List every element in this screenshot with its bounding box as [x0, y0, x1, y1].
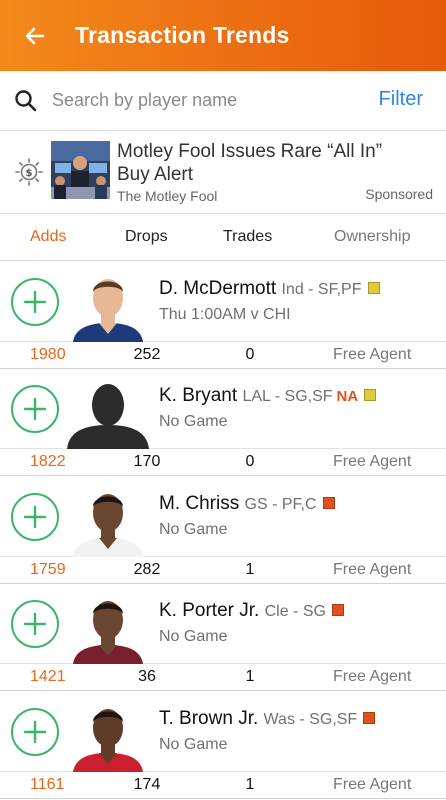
add-player-button[interactable]: [11, 600, 59, 648]
player-team-position: GS - PF,C: [244, 496, 317, 513]
stat-ownership: Free Agent: [333, 776, 412, 793]
back-arrow-icon: [25, 27, 45, 44]
player-headshot: [65, 483, 151, 557]
stat-adds: 1421: [30, 668, 66, 685]
player-info: M. Chriss GS - PF,C No Game: [0, 477, 446, 557]
player-game-info: Thu 1:00AM v CHI: [159, 306, 291, 323]
stat-ownership: Free Agent: [333, 561, 412, 578]
stat-adds: 1161: [30, 776, 65, 793]
player-name[interactable]: K. Bryant: [159, 385, 237, 406]
stat-drops: 282: [133, 561, 161, 578]
back-button[interactable]: [0, 0, 70, 71]
player-name[interactable]: M. Chriss: [159, 493, 239, 514]
player-row[interactable]: M. Chriss GS - PF,C No Game 1759 282 1 F…: [0, 477, 446, 584]
player-name[interactable]: T. Brown Jr.: [159, 708, 258, 729]
sponsored-ad[interactable]: $ Motley Fool Issues Rare “All In” Buy A…: [0, 132, 446, 214]
player-note-icon[interactable]: [363, 712, 376, 724]
stat-trades: 1: [245, 776, 255, 793]
player-stats: 1822 170 0 Free Agent: [0, 449, 446, 476]
page-title: Transaction Trends: [75, 22, 290, 48]
stat-trades: 1: [245, 668, 255, 685]
plus-icon: [23, 612, 47, 636]
dollar-sun-icon: $: [15, 158, 43, 186]
na-badge: NA: [336, 388, 359, 405]
plus-icon: [23, 290, 47, 314]
player-note-icon[interactable]: [331, 604, 344, 616]
stat-ownership: Free Agent: [333, 453, 412, 470]
player-name[interactable]: K. Porter Jr.: [159, 600, 259, 621]
add-player-button[interactable]: [11, 385, 59, 433]
player-stats: 1759 282 1 Free Agent: [0, 557, 446, 584]
player-info: D. McDermott Ind - SF,PF Thu 1:00AM v CH…: [0, 262, 446, 342]
player-row[interactable]: T. Brown Jr. Was - SG,SF No Game 1161 17…: [0, 692, 446, 799]
stat-trades: 1: [245, 561, 255, 578]
stat-drops: 252: [133, 346, 161, 363]
ad-source: The Motley Fool: [117, 188, 218, 204]
player-game-info: No Game: [159, 413, 228, 430]
plus-icon: [23, 505, 47, 529]
stat-adds: 1759: [30, 561, 66, 578]
stat-ownership: Free Agent: [333, 346, 412, 363]
stat-adds: 1822: [30, 453, 66, 470]
player-note-icon[interactable]: [322, 497, 335, 509]
search-icon: [0, 71, 52, 131]
player-team-position: LAL - SG,SF: [242, 388, 333, 405]
tab-bar: Adds Drops Trades Ownership: [0, 214, 446, 261]
add-player-button[interactable]: [11, 708, 59, 756]
player-game-info: No Game: [159, 628, 228, 645]
player-name-line[interactable]: M. Chriss GS - PF,C: [159, 493, 335, 515]
player-info: K. Porter Jr. Cle - SG No Game: [0, 584, 446, 664]
player-name-line[interactable]: D. McDermott Ind - SF,PF: [159, 278, 380, 300]
player-note-icon[interactable]: [367, 282, 380, 294]
stat-adds: 1980: [30, 346, 66, 363]
player-name[interactable]: D. McDermott: [159, 278, 276, 299]
player-stats: 1980 252 0 Free Agent: [0, 342, 446, 369]
player-row[interactable]: K. Porter Jr. Cle - SG No Game 1421 36 1…: [0, 584, 446, 691]
player-team-position: Was - SG,SF: [263, 711, 358, 728]
plus-icon: [23, 720, 47, 744]
tab-trades[interactable]: Trades: [223, 228, 272, 246]
player-team-position: Ind - SF,PF: [281, 281, 362, 298]
add-player-button[interactable]: [11, 278, 59, 326]
player-team-position: Cle - SG: [264, 603, 326, 620]
ad-thumbnail: [51, 141, 110, 199]
stat-trades: 0: [245, 453, 255, 470]
player-headshot: [65, 590, 151, 664]
svg-text:$: $: [26, 168, 33, 179]
player-name-line[interactable]: K. Porter Jr. Cle - SG: [159, 600, 344, 622]
search-bar: Filter: [0, 71, 446, 131]
player-headshot: [65, 698, 151, 772]
player-stats: 1161 174 1 Free Agent: [0, 772, 446, 799]
ad-headline[interactable]: Motley Fool Issues Rare “All In” Buy Ale…: [117, 140, 387, 186]
tab-drops[interactable]: Drops: [125, 228, 168, 246]
player-name-line[interactable]: T. Brown Jr. Was - SG,SF: [159, 708, 376, 730]
player-headshot: [65, 375, 151, 449]
player-game-info: No Game: [159, 521, 228, 538]
filter-button[interactable]: Filter: [379, 88, 423, 111]
search-input[interactable]: [52, 80, 352, 121]
player-game-info: No Game: [159, 736, 228, 753]
stat-drops: 170: [133, 453, 161, 470]
player-row[interactable]: D. McDermott Ind - SF,PF Thu 1:00AM v CH…: [0, 262, 446, 369]
tab-ownership[interactable]: Ownership: [334, 228, 410, 246]
plus-icon: [23, 397, 47, 421]
stat-drops: 36: [138, 668, 156, 685]
player-headshot: [65, 268, 151, 342]
player-name-line[interactable]: K. Bryant LAL - SG,SF NA: [159, 385, 377, 407]
player-note-icon[interactable]: [364, 389, 377, 401]
player-stats: 1421 36 1 Free Agent: [0, 664, 446, 691]
app-header: Transaction Trends: [0, 0, 446, 71]
stat-ownership: Free Agent: [333, 668, 412, 685]
sponsored-label: Sponsored: [365, 186, 433, 202]
stat-trades: 0: [245, 346, 255, 363]
stat-drops: 174: [133, 776, 161, 793]
player-info: K. Bryant LAL - SG,SF NA No Game: [0, 369, 446, 449]
player-row[interactable]: K. Bryant LAL - SG,SF NA No Game 1822 170…: [0, 369, 446, 476]
player-info: T. Brown Jr. Was - SG,SF No Game: [0, 692, 446, 772]
add-player-button[interactable]: [11, 493, 59, 541]
tab-adds[interactable]: Adds: [30, 228, 66, 246]
